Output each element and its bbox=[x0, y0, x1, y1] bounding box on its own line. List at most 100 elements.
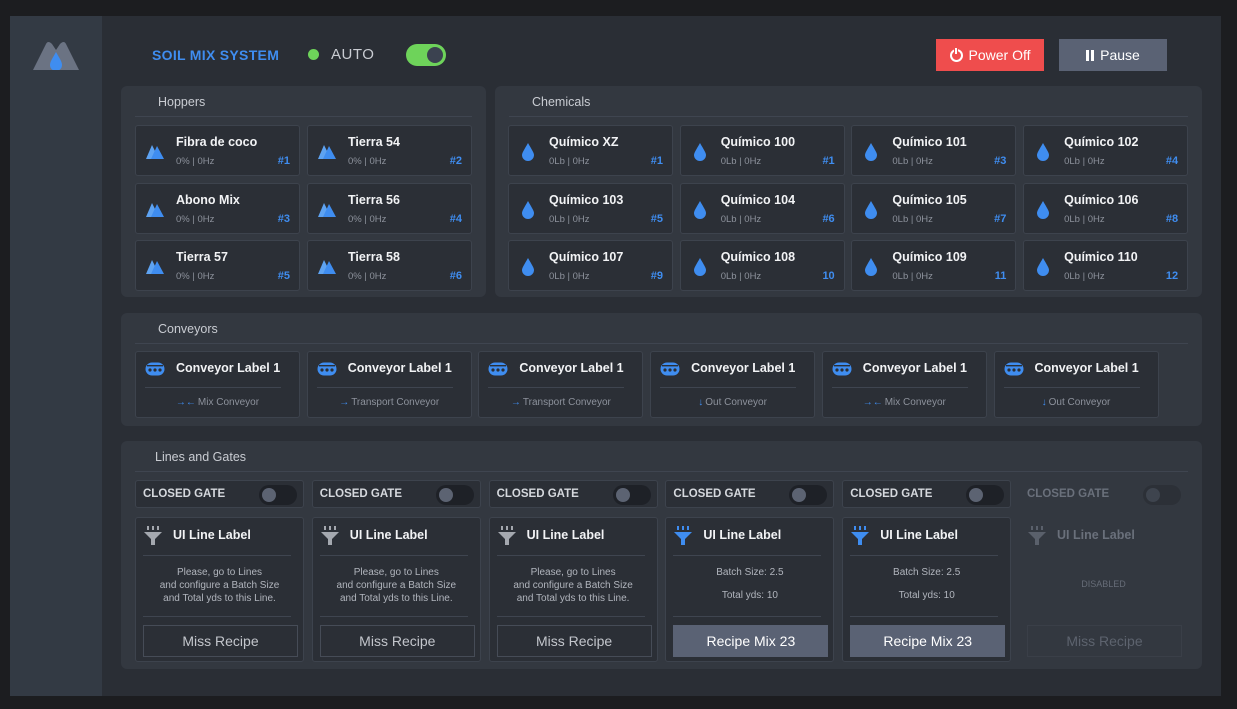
divider bbox=[673, 555, 822, 556]
tile-number: #6 bbox=[449, 270, 462, 282]
tile-readout: 0% | 0Hz bbox=[348, 156, 387, 167]
tile-name: Tierra 54 bbox=[348, 135, 400, 149]
hopper-tile[interactable]: Tierra 54 0% | 0Hz #2 bbox=[307, 125, 472, 176]
chemical-tile[interactable]: Químico XZ 0Lb | 0Hz #1 bbox=[508, 125, 673, 176]
funnel-icon bbox=[320, 526, 339, 545]
chemical-tile[interactable]: Químico 108 0Lb | 0Hz 10 bbox=[679, 240, 845, 291]
divider bbox=[831, 387, 968, 388]
conveyor-type: → Transport Conveyor bbox=[479, 397, 642, 408]
hopper-tile[interactable]: Tierra 56 0% | 0Hz #4 bbox=[307, 182, 472, 234]
tile-readout: 0Lb | 0Hz bbox=[892, 271, 933, 282]
total-yds: Total yds: 10 bbox=[898, 590, 955, 601]
gate-toggle[interactable] bbox=[435, 485, 474, 505]
hopper-tile[interactable]: Tierra 58 0% | 0Hz #6 bbox=[307, 240, 472, 291]
hoppers-title: Hoppers bbox=[158, 95, 206, 109]
conveyor-tile[interactable]: Conveyor Label 1 → Transport Conveyor bbox=[306, 351, 472, 418]
recipe-button[interactable]: Recipe Mix 23 bbox=[673, 625, 829, 657]
line-config-message: Please, go to Lines and configure a Batch… bbox=[336, 567, 457, 604]
tile-readout: 0Lb | 0Hz bbox=[549, 271, 590, 282]
line-config-message: Please, go to Lines and configure a Batch… bbox=[159, 567, 280, 604]
tile-number: #4 bbox=[1165, 155, 1179, 167]
toggle-knob bbox=[427, 47, 443, 63]
tile-name: Químico 103 bbox=[549, 192, 624, 207]
funnel-icon bbox=[1028, 526, 1046, 545]
divider bbox=[673, 616, 822, 617]
divider bbox=[488, 387, 625, 388]
recipe-button[interactable]: Miss Recipe bbox=[496, 625, 652, 657]
pause-button[interactable]: Pause bbox=[1059, 39, 1167, 71]
chemicals-title: Chemicals bbox=[532, 95, 591, 109]
chemical-tile[interactable]: Químico 110 0Lb | 0Hz 12 bbox=[1023, 240, 1189, 291]
gate-toggle[interactable] bbox=[966, 485, 1005, 505]
droplet-icon bbox=[1033, 199, 1053, 219]
divider bbox=[135, 116, 472, 117]
tile-number: #5 bbox=[277, 270, 290, 282]
divider bbox=[135, 343, 1188, 344]
hopper-icon bbox=[317, 256, 337, 276]
chemical-tile[interactable]: Químico 106 0Lb | 0Hz #8 bbox=[1023, 182, 1189, 234]
gate-toggle[interactable] bbox=[259, 485, 297, 505]
power-off-button[interactable]: Power Off bbox=[936, 39, 1044, 71]
tile-name: Abono Mix bbox=[176, 192, 240, 207]
droplet-icon bbox=[690, 199, 710, 219]
line-label: UI Line Label bbox=[880, 528, 958, 542]
conveyor-tile[interactable]: Conveyor Label 1 ↓ Out Conveyor bbox=[650, 351, 816, 418]
recipe-button[interactable]: Recipe Mix 23 bbox=[850, 625, 1006, 657]
conveyor-icon bbox=[832, 362, 852, 376]
auto-mode-toggle[interactable] bbox=[406, 44, 446, 66]
tile-number: 11 bbox=[994, 270, 1007, 282]
conveyor-type: ↓ Out Conveyor bbox=[995, 397, 1158, 408]
auto-status-dot bbox=[308, 49, 319, 60]
conveyor-tile[interactable]: Conveyor Label 1 →← Mix Conveyor bbox=[821, 351, 987, 418]
chemical-tile[interactable]: Químico 107 0Lb | 0Hz #9 bbox=[508, 240, 673, 291]
droplet-icon bbox=[861, 256, 881, 276]
droplet-icon bbox=[861, 141, 881, 161]
recipe-button[interactable]: Miss Recipe bbox=[143, 625, 298, 657]
lines-gates-title: Lines and Gates bbox=[155, 450, 247, 464]
tile-number: #4 bbox=[449, 212, 462, 225]
line-label: UI Line Label bbox=[349, 528, 428, 542]
tile-readout: 0Lb | 0Hz bbox=[892, 156, 933, 167]
conveyor-tile[interactable]: Conveyor Label 1 →← Mix Conveyor bbox=[135, 351, 300, 418]
droplet-icon bbox=[690, 141, 710, 161]
total-yds: Total yds: 10 bbox=[721, 590, 778, 601]
toggle-knob bbox=[262, 488, 276, 502]
line-label: UI Line Label bbox=[526, 528, 605, 542]
divider bbox=[145, 387, 281, 388]
chemical-tile[interactable]: Químico 104 0Lb | 0Hz #6 bbox=[679, 182, 845, 234]
conveyor-tile[interactable]: Conveyor Label 1 → Transport Conveyor bbox=[478, 351, 644, 418]
tile-number: #9 bbox=[650, 270, 663, 282]
pause-icon bbox=[1086, 49, 1095, 61]
hopper-icon bbox=[317, 141, 337, 161]
tile-name: Fibra de coco bbox=[176, 135, 258, 149]
direction-arrow-icon: ↓ bbox=[1041, 397, 1047, 408]
chemical-tile[interactable]: Químico 101 0Lb | 0Hz #3 bbox=[851, 125, 1017, 176]
chemical-tile[interactable]: Químico 109 0Lb | 0Hz 11 bbox=[851, 240, 1017, 291]
tile-name: Químico 101 bbox=[892, 135, 967, 149]
chemical-tile[interactable]: Químico 100 0Lb | 0Hz #1 bbox=[679, 125, 845, 176]
divider bbox=[660, 387, 797, 388]
conveyor-icon bbox=[317, 362, 337, 376]
conveyor-type-label: Transport Conveyor bbox=[522, 397, 611, 408]
tile-readout: 0% | 0Hz bbox=[348, 271, 387, 282]
tile-readout: 0Lb | 0Hz bbox=[892, 213, 933, 225]
recipe-button[interactable]: Miss Recipe bbox=[319, 625, 475, 657]
tile-readout: 0Lb | 0Hz bbox=[720, 271, 762, 282]
hopper-tile[interactable]: Abono Mix 0% | 0Hz #3 bbox=[135, 182, 300, 234]
chemical-tile[interactable]: Químico 105 0Lb | 0Hz #7 bbox=[851, 182, 1017, 234]
conveyor-type-label: Transport Conveyor bbox=[351, 397, 440, 408]
line-card: UI Line Label DISABLED Miss Recipe bbox=[1019, 517, 1188, 662]
gate-control: CLOSED GATE bbox=[311, 480, 481, 508]
tile-name: Químico 107 bbox=[549, 250, 624, 264]
conveyor-tile[interactable]: Conveyor Label 1 ↓ Out Conveyor bbox=[993, 351, 1159, 418]
tile-number: #2 bbox=[449, 155, 462, 167]
gate-toggle[interactable] bbox=[612, 485, 651, 505]
hopper-tile[interactable]: Tierra 57 0% | 0Hz #5 bbox=[135, 240, 300, 291]
app-logo-icon[interactable] bbox=[33, 40, 79, 70]
chemical-tile[interactable]: Químico 103 0Lb | 0Hz #5 bbox=[508, 182, 673, 234]
chemical-tile[interactable]: Químico 102 0Lb | 0Hz #4 bbox=[1023, 125, 1189, 176]
gate-toggle[interactable] bbox=[789, 485, 828, 505]
tile-name: Tierra 57 bbox=[176, 250, 228, 264]
conveyors-title: Conveyors bbox=[158, 322, 218, 336]
hopper-tile[interactable]: Fibra de coco 0% | 0Hz #1 bbox=[135, 125, 300, 176]
